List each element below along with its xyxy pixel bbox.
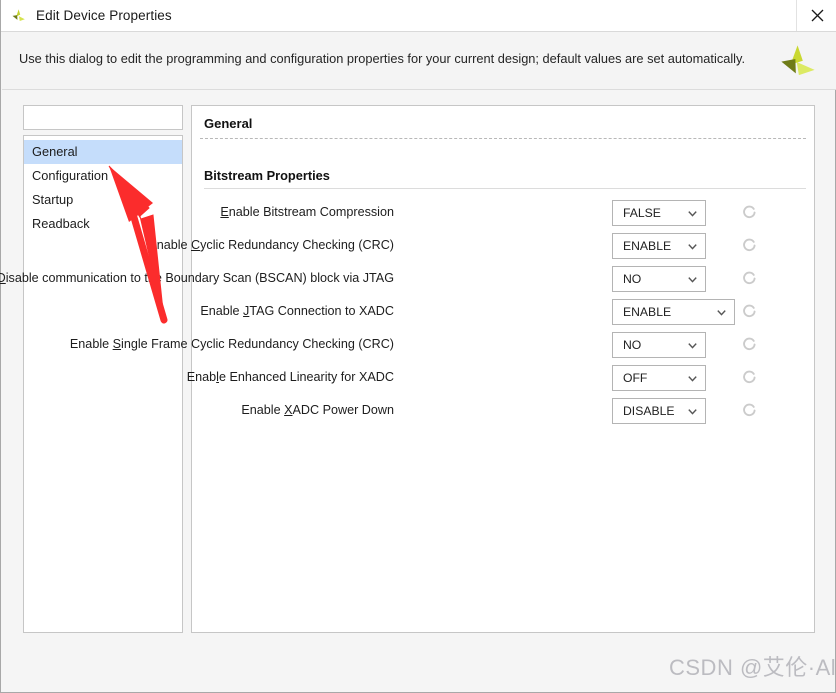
property-label: Enable Enhanced Linearity for XADC xyxy=(187,370,394,384)
property-row-bscan-disable: Disable communication to the Boundary Sc… xyxy=(0,264,814,297)
property-row-bitstream-compression: Enable Bitstream Compression FALSE xyxy=(192,198,814,231)
label-post: isable communication to the Boundary Sca… xyxy=(5,271,394,285)
chevron-down-icon xyxy=(688,210,697,217)
banner-description: Use this dialog to edit the programming … xyxy=(19,51,746,66)
sidebar-item-label: Startup xyxy=(32,192,74,207)
property-label: Enable XADC Power Down xyxy=(241,403,394,417)
property-label: Disable communication to the Boundary Sc… xyxy=(0,271,394,285)
label-post: yclic Redundancy Checking (CRC) xyxy=(200,238,394,252)
label-pre: Enable xyxy=(69,337,113,351)
reset-icon[interactable] xyxy=(741,402,758,419)
label-pre: Enable xyxy=(148,238,192,252)
chevron-down-icon xyxy=(688,243,697,250)
sidebar-item-readback[interactable]: Readback xyxy=(24,212,182,236)
property-row-jtag-xadc: Enable JTAG Connection to XADC ENABLE xyxy=(192,297,814,330)
combo-value: OFF xyxy=(623,371,648,385)
navigation-pane: General Configuration Startup Readback xyxy=(23,105,193,633)
sidebar-item-label: Readback xyxy=(32,216,90,231)
xilinx-logo-icon xyxy=(12,8,25,21)
chevron-down-icon xyxy=(688,342,697,349)
chevron-down-icon xyxy=(688,408,697,415)
reset-icon[interactable] xyxy=(741,369,758,386)
dialog-footer: Help Reset All OK Cancel xyxy=(1,634,836,692)
label-post: nable Bitstream Compression xyxy=(228,205,394,219)
close-button[interactable] xyxy=(796,0,836,31)
edit-device-properties-dialog: Edit Device Properties Use this dialog t… xyxy=(0,0,836,693)
property-row-xadc-power-down: Enable XADC Power Down DISABLE xyxy=(192,396,814,429)
chevron-down-icon xyxy=(717,309,726,316)
label-post: TAG Connection to XADC xyxy=(249,304,394,318)
label-mnemonic: C xyxy=(191,238,201,252)
title-bar: Edit Device Properties xyxy=(1,0,836,32)
page-title: General xyxy=(204,116,253,131)
label-pre: Enab xyxy=(186,370,217,384)
reset-icon[interactable] xyxy=(741,270,758,287)
property-label: Enable Single Frame Cyclic Redundancy Ch… xyxy=(70,337,394,351)
description-banner: Use this dialog to edit the programming … xyxy=(2,32,836,90)
combo-jtag-xadc[interactable]: ENABLE xyxy=(612,299,735,325)
chevron-down-icon xyxy=(688,276,697,283)
sidebar-item-label: Configuration xyxy=(32,168,109,183)
label-pre: Enable xyxy=(200,304,244,318)
group-divider xyxy=(204,188,806,189)
combo-value: NO xyxy=(623,272,642,286)
section-divider xyxy=(200,138,806,139)
reset-icon[interactable] xyxy=(741,303,758,320)
property-label: Enable Cyclic Redundancy Checking (CRC) xyxy=(148,238,394,252)
window-title: Edit Device Properties xyxy=(36,8,172,23)
reset-icon[interactable] xyxy=(741,237,758,254)
label-mnemonic: E xyxy=(220,205,229,219)
property-row-crc: Enable Cyclic Redundancy Checking (CRC) … xyxy=(148,231,814,264)
reset-icon[interactable] xyxy=(741,204,758,221)
combo-value: DISABLE xyxy=(623,404,675,418)
close-icon xyxy=(811,9,823,22)
navigation-list: General Configuration Startup Readback xyxy=(23,135,183,633)
combo-single-frame-crc[interactable]: NO xyxy=(612,332,706,358)
group-title: Bitstream Properties xyxy=(204,168,330,183)
property-label: Enable JTAG Connection to XADC xyxy=(200,304,394,318)
chevron-down-icon xyxy=(688,375,697,382)
combo-value: FALSE xyxy=(623,206,661,220)
combo-crc[interactable]: ENABLE xyxy=(612,233,706,259)
combo-value: ENABLE xyxy=(623,305,672,319)
combo-xadc-power-down[interactable]: DISABLE xyxy=(612,398,706,424)
label-post: ingle Frame Cyclic Redundancy Checking (… xyxy=(121,337,394,351)
properties-pane: General Bitstream Properties Enable Bits… xyxy=(0,105,815,633)
sidebar-item-configuration[interactable]: Configuration xyxy=(24,164,182,188)
search-input[interactable] xyxy=(30,107,193,128)
property-label: Enable Bitstream Compression xyxy=(220,205,394,219)
property-rows: Enable Bitstream Compression FALSE Enabl… xyxy=(0,198,814,429)
combo-bitstream-compression[interactable]: FALSE xyxy=(612,200,706,226)
xilinx-logo xyxy=(781,45,815,76)
sidebar-item-general[interactable]: General xyxy=(24,140,182,164)
label-post: ADC Power Down xyxy=(292,403,394,417)
sidebar-item-label: General xyxy=(32,144,78,159)
combo-value: NO xyxy=(623,338,642,352)
label-post: e Enhanced Linearity for XADC xyxy=(218,370,394,384)
label-mnemonic: X xyxy=(284,403,293,417)
label-pre: Enable xyxy=(241,403,285,417)
property-row-single-frame-crc: Enable Single Frame Cyclic Redundancy Ch… xyxy=(70,330,814,363)
property-row-enhanced-linearity: Enable Enhanced Linearity for XADC OFF xyxy=(187,363,814,396)
combo-bscan-disable[interactable]: NO xyxy=(612,266,706,292)
combo-enhanced-linearity[interactable]: OFF xyxy=(612,365,706,391)
reset-icon[interactable] xyxy=(741,336,758,353)
label-mnemonic: S xyxy=(112,337,122,351)
combo-value: ENABLE xyxy=(623,239,672,253)
sidebar-item-startup[interactable]: Startup xyxy=(24,188,182,212)
search-box[interactable] xyxy=(23,105,193,130)
